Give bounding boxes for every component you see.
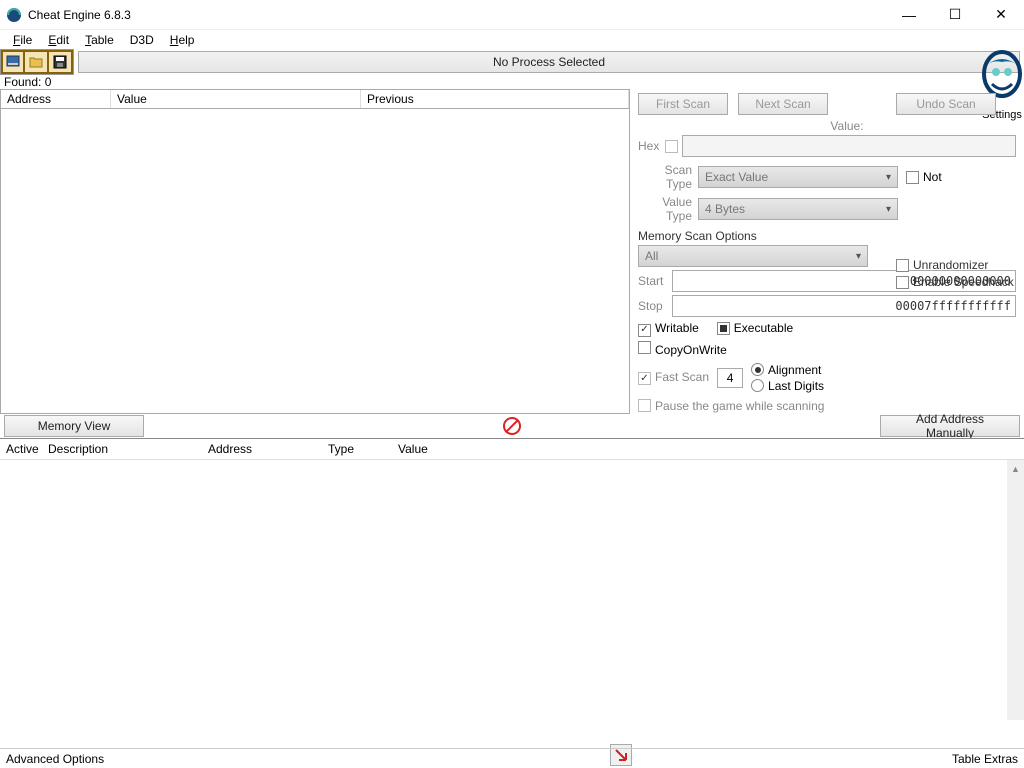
next-scan-button[interactable]: Next Scan bbox=[738, 93, 828, 115]
first-scan-button[interactable]: First Scan bbox=[638, 93, 728, 115]
table-extras-button[interactable]: Table Extras bbox=[952, 752, 1018, 766]
titlebar: Cheat Engine 6.8.3 — ☐ ✕ bbox=[0, 0, 1024, 30]
results-header[interactable]: Address Value Previous bbox=[0, 89, 630, 109]
app-icon bbox=[6, 7, 22, 23]
scan-type-label: Scan Type bbox=[638, 163, 698, 191]
no-entry-icon[interactable] bbox=[503, 417, 521, 435]
start-label: Start bbox=[638, 274, 672, 288]
col-value2[interactable]: Value bbox=[392, 439, 1024, 459]
scroll-up-icon[interactable]: ▲ bbox=[1007, 460, 1024, 477]
scan-type-select[interactable]: Exact Value bbox=[698, 166, 898, 188]
undo-scan-button[interactable]: Undo Scan bbox=[896, 93, 996, 115]
hex-label: Hex bbox=[638, 139, 659, 153]
maximize-button[interactable]: ☐ bbox=[932, 0, 978, 30]
found-count: Found: 0 bbox=[0, 75, 1024, 89]
fast-scan-option[interactable]: Fast Scan bbox=[638, 370, 709, 386]
alignment-radio[interactable]: Alignment bbox=[751, 363, 824, 377]
menu-file[interactable]: File bbox=[6, 32, 39, 48]
toolbar bbox=[0, 49, 74, 75]
cheat-table-body[interactable]: ▲ bbox=[0, 460, 1024, 720]
speedhack-checkbox[interactable] bbox=[896, 276, 909, 289]
menu-table[interactable]: Table bbox=[78, 32, 121, 48]
cheat-table: Active Description Address Type Value ▲ bbox=[0, 438, 1024, 728]
unrandomizer-checkbox[interactable] bbox=[896, 259, 909, 272]
statusbar: Advanced Options Table Extras bbox=[0, 748, 1024, 768]
memory-view-button[interactable]: Memory View bbox=[4, 415, 144, 437]
region-select[interactable]: All bbox=[638, 245, 868, 267]
stop-label: Stop bbox=[638, 299, 672, 313]
value-type-label: Value Type bbox=[638, 195, 698, 223]
save-button[interactable] bbox=[49, 50, 73, 74]
minimize-button[interactable]: — bbox=[886, 0, 932, 30]
pause-label: Pause the game while scanning bbox=[655, 399, 824, 413]
fast-scan-value[interactable]: 4 bbox=[717, 368, 743, 388]
writable-option[interactable]: Writable bbox=[638, 321, 699, 337]
col-address[interactable]: Address bbox=[1, 90, 111, 108]
cheat-table-header[interactable]: Active Description Address Type Value bbox=[0, 439, 1024, 460]
executable-option[interactable]: Executable bbox=[717, 321, 793, 337]
window-title: Cheat Engine 6.8.3 bbox=[28, 8, 886, 22]
open-file-button[interactable] bbox=[25, 50, 49, 74]
value-type-select[interactable]: 4 Bytes bbox=[698, 198, 898, 220]
close-button[interactable]: ✕ bbox=[978, 0, 1024, 30]
results-body[interactable] bbox=[0, 109, 630, 414]
open-process-button[interactable] bbox=[1, 50, 25, 74]
pause-checkbox[interactable] bbox=[638, 399, 651, 412]
hex-checkbox[interactable] bbox=[665, 140, 678, 153]
col-active[interactable]: Active bbox=[0, 439, 42, 459]
advanced-options-button[interactable]: Advanced Options bbox=[6, 752, 104, 766]
results-list: Address Value Previous bbox=[0, 89, 630, 414]
copyonwrite-option[interactable]: CopyOnWrite bbox=[638, 341, 727, 357]
col-description[interactable]: Description bbox=[42, 439, 202, 459]
menu-d3d[interactable]: D3D bbox=[123, 32, 161, 48]
col-previous[interactable]: Previous bbox=[361, 90, 629, 108]
menubar: File Edit Table D3D Help bbox=[0, 30, 1024, 49]
col-type[interactable]: Type bbox=[322, 439, 392, 459]
toolbar-row: No Process Selected Settings bbox=[0, 49, 1024, 75]
scan-panel: First Scan Next Scan Value: Hex Scan Typ… bbox=[630, 89, 1024, 414]
process-status-bar[interactable]: No Process Selected bbox=[78, 51, 1020, 73]
mid-toolbar: Memory View Add Address Manually bbox=[0, 414, 1024, 438]
col-address2[interactable]: Address bbox=[202, 439, 322, 459]
add-address-manually-button[interactable]: Add Address Manually bbox=[880, 415, 1020, 437]
stop-address-input[interactable]: 00007fffffffffff bbox=[672, 295, 1016, 317]
table-scrollbar[interactable]: ▲ bbox=[1007, 460, 1024, 720]
menu-help[interactable]: Help bbox=[163, 32, 202, 48]
menu-edit[interactable]: Edit bbox=[41, 32, 76, 48]
last-digits-radio[interactable]: Last Digits bbox=[751, 379, 824, 393]
col-value[interactable]: Value bbox=[111, 90, 361, 108]
